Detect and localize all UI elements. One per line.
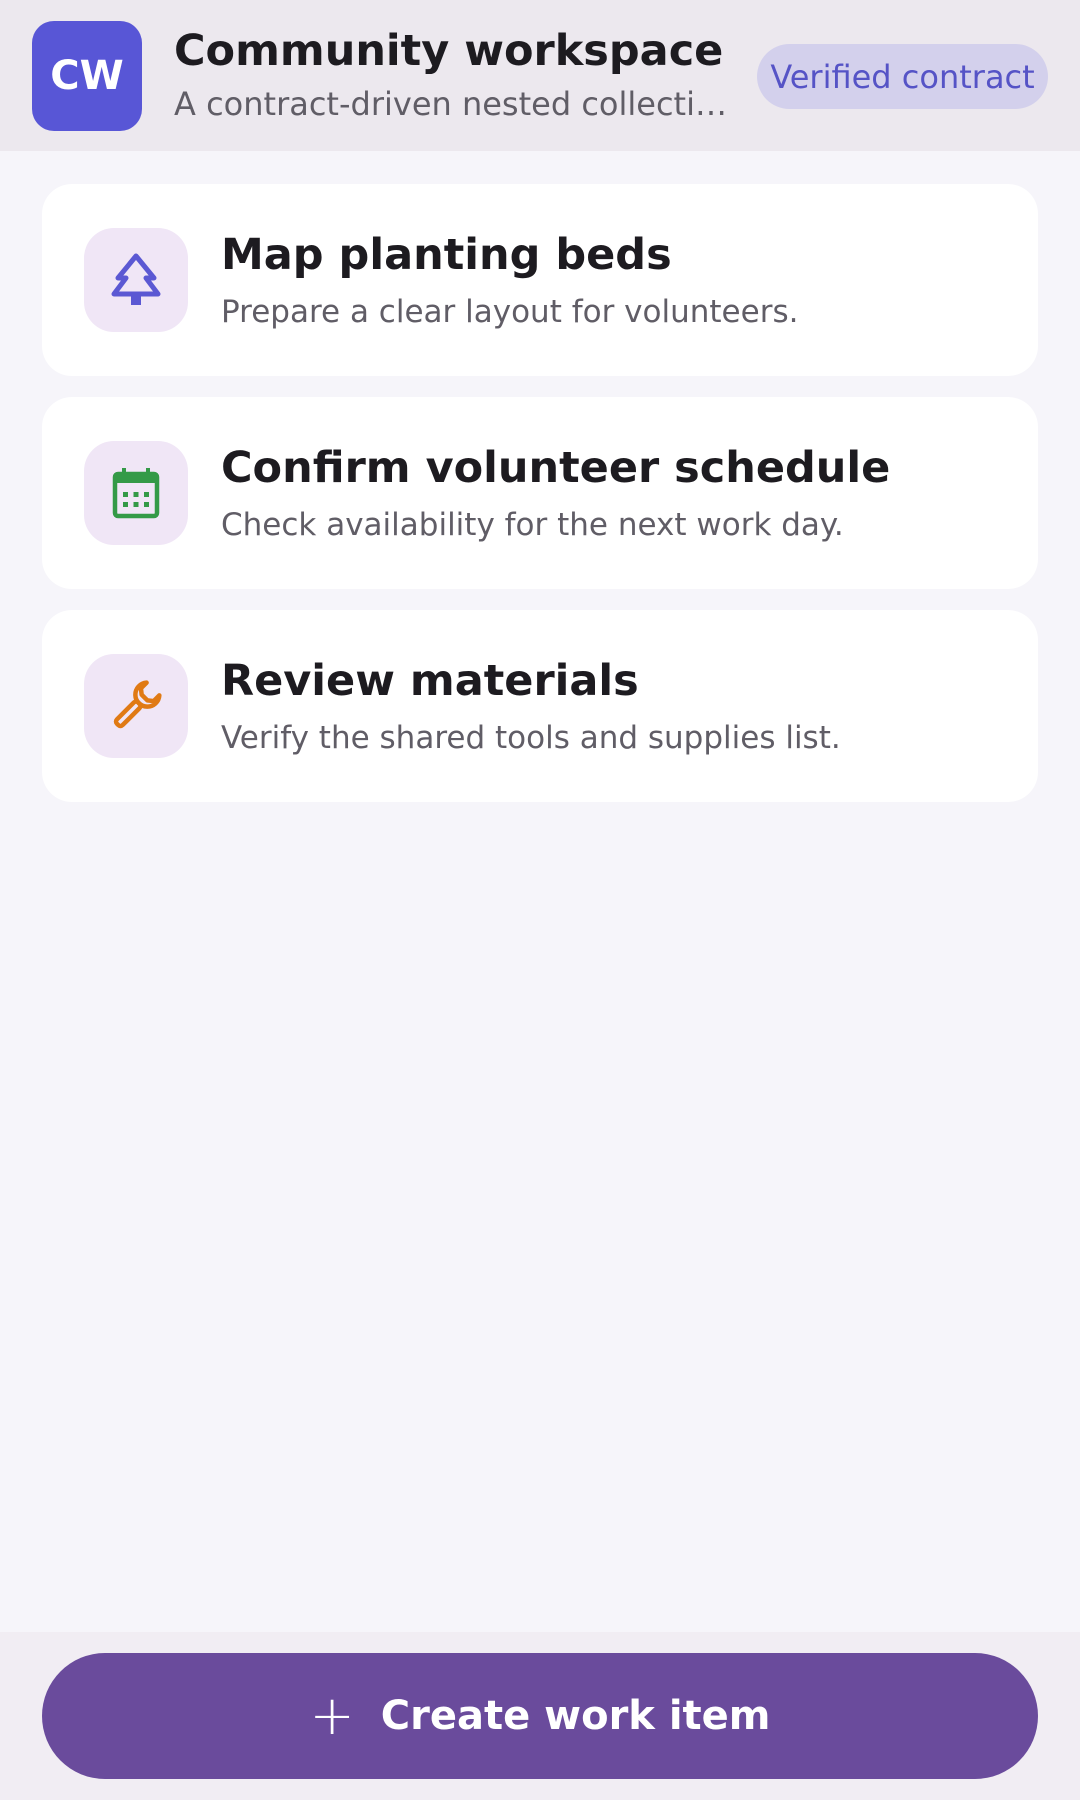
work-item-card[interactable]: Map planting beds Prepare a clear layout… xyxy=(42,184,1038,376)
plus-icon: + xyxy=(309,1684,355,1747)
item-icon-container xyxy=(84,228,188,332)
item-subtitle: Verify the shared tools and supplies lis… xyxy=(221,720,841,756)
item-subtitle: Prepare a clear layout for volunteers. xyxy=(221,294,799,330)
work-item-card[interactable]: Review materials Verify the shared tools… xyxy=(42,610,1038,802)
create-button-label: Create work item xyxy=(380,1693,771,1739)
page-title: Community workspace xyxy=(174,26,724,76)
create-work-item-button[interactable]: + Create work item xyxy=(42,1653,1038,1779)
item-title: Confirm volunteer schedule xyxy=(221,443,891,493)
app-header: CW Community workspace A contract-driven… xyxy=(0,0,1080,151)
wrench-icon xyxy=(113,680,162,729)
workspace-avatar[interactable]: CW xyxy=(32,21,142,131)
page-subtitle: A contract-driven nested collection … xyxy=(174,85,729,123)
calendar-icon xyxy=(112,468,160,519)
status-badge: Verified contract xyxy=(757,44,1048,109)
item-title: Map planting beds xyxy=(221,230,672,280)
item-title: Review materials xyxy=(221,656,639,706)
work-item-card[interactable]: Confirm volunteer schedule Check availab… xyxy=(42,397,1038,589)
bottom-action-bar: + Create work item xyxy=(0,1632,1080,1800)
item-icon-container xyxy=(84,654,188,758)
item-icon-container xyxy=(84,441,188,545)
tree-icon xyxy=(111,253,161,305)
item-subtitle: Check availability for the next work day… xyxy=(221,507,844,543)
